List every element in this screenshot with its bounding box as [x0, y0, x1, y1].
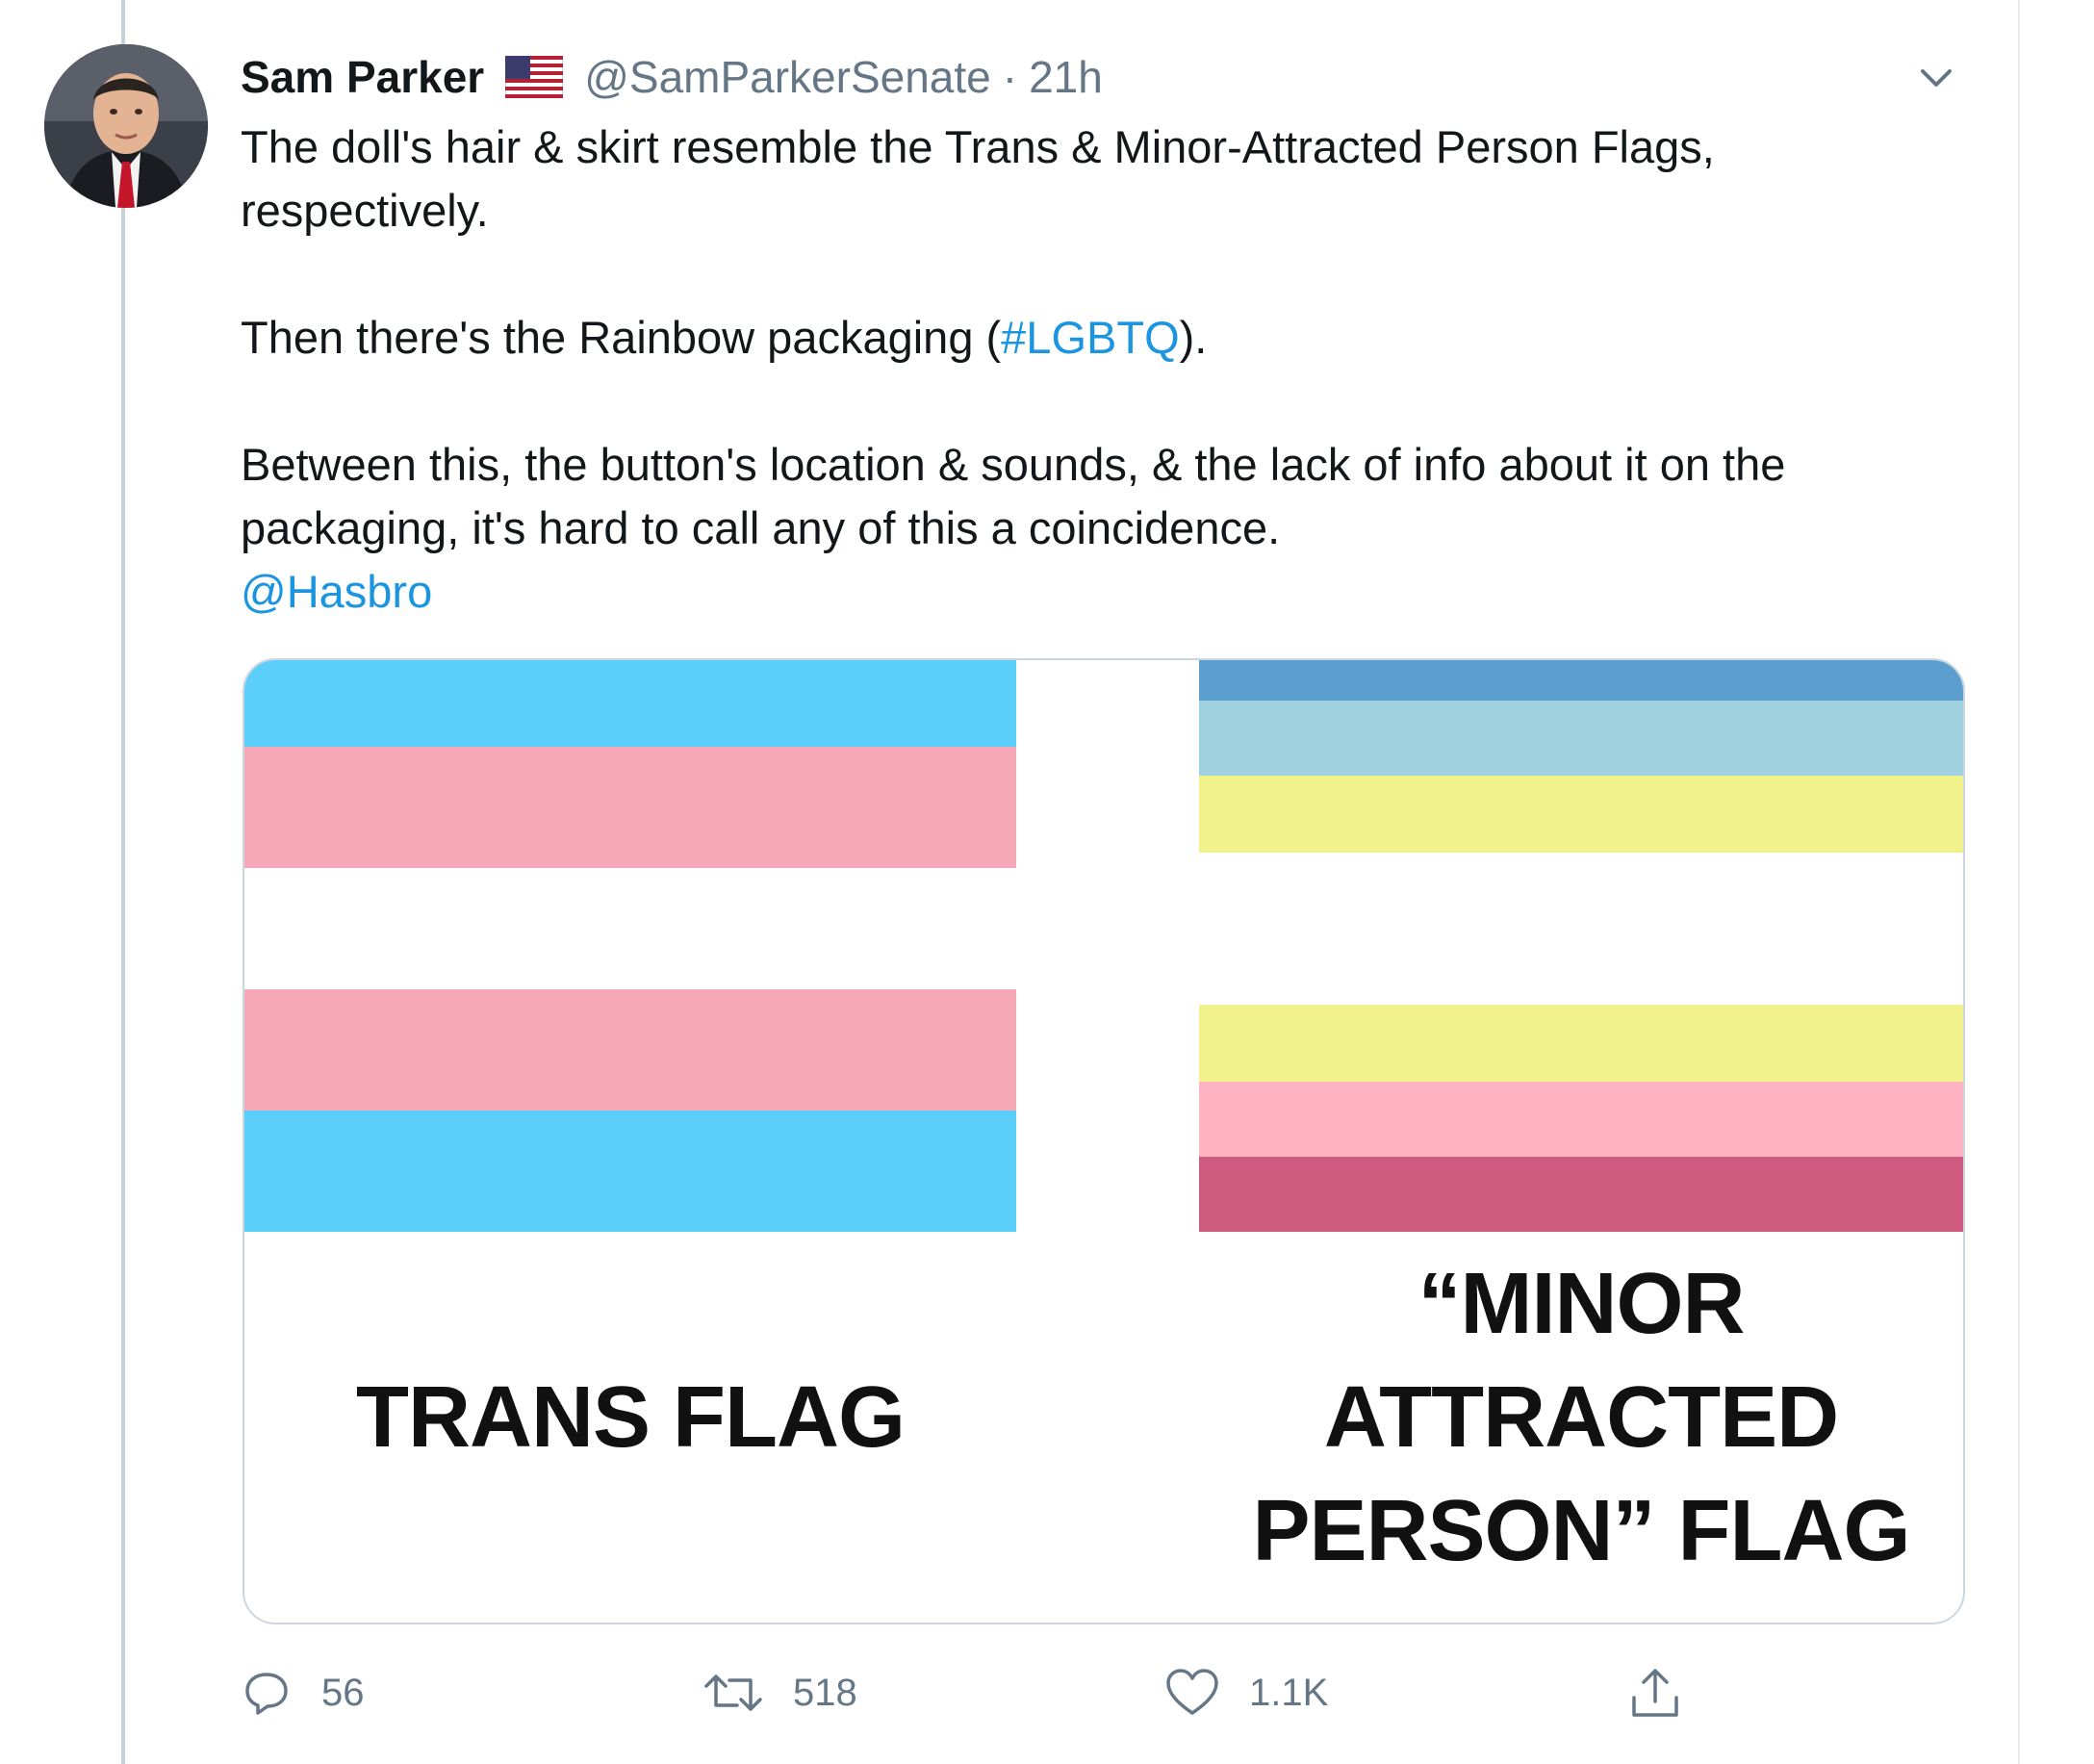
- tweet-text-suffix: ).: [1179, 312, 1208, 363]
- reply-icon: [245, 1673, 288, 1715]
- share-icon: [1632, 1669, 1678, 1717]
- mention-link[interactable]: @Hasbro: [241, 560, 1973, 624]
- tweet-timestamp[interactable]: 21h: [1029, 51, 1103, 103]
- chevron-down-icon[interactable]: [1915, 58, 1957, 96]
- trans-flag-stripe: [244, 868, 1016, 989]
- map-flag-label: “MINOR ATTRACTED PERSON” FLAG: [1199, 1247, 1963, 1588]
- reply-button[interactable]: 56: [241, 1659, 365, 1726]
- map-flag-stripe: [1199, 1005, 1963, 1082]
- map-flag-stripe: [1199, 1157, 1963, 1232]
- author-name[interactable]: Sam Parker: [241, 51, 484, 103]
- share-button[interactable]: [1626, 1659, 1713, 1726]
- map-flag-stripe: [1199, 776, 1963, 853]
- like-button[interactable]: 1.1K: [1164, 1659, 1328, 1726]
- tweet-header: Sam Parker @SamParkerSenate · 21h: [241, 46, 1103, 108]
- trans-flag-stripe: [244, 747, 1016, 868]
- retweet-icon: [704, 1675, 762, 1711]
- separator-dot: ·: [1002, 52, 1018, 102]
- timeline-border: [2018, 0, 2020, 1764]
- heart-icon: [1166, 1669, 1218, 1715]
- like-count: 1.1K: [1249, 1671, 1329, 1714]
- map-flag-stripe: [1199, 853, 1963, 1005]
- tweet-text-paragraph-3: Between this, the button's location & so…: [241, 439, 1786, 553]
- tweet-text-paragraph-2: Then there's the Rainbow packaging (#LGB…: [241, 306, 1973, 370]
- map-flag-stripe: [1199, 701, 1963, 776]
- trans-flag-stripe: [244, 660, 1016, 747]
- retweet-button[interactable]: 518: [702, 1659, 857, 1726]
- media-image[interactable]: TRANS FLAG “MINOR ATTRACTED PERSON” FLAG: [243, 658, 1965, 1624]
- map-flag-stripe: [1199, 660, 1963, 701]
- tweet-text-paragraph-1: The doll's hair & skirt resemble the Tra…: [241, 121, 1715, 236]
- map-flag-stripe: [1199, 1082, 1963, 1157]
- trans-flag-label: TRANS FLAG: [356, 1369, 906, 1466]
- tweet-text: The doll's hair & skirt resemble the Tra…: [241, 115, 1973, 624]
- tweet-frame: Sam Parker @SamParkerSenate · 21h The do…: [0, 0, 2094, 1764]
- trans-flag-stripe: [244, 1111, 1016, 1232]
- map-flag-label-line: ATTRACTED: [1323, 1369, 1839, 1466]
- reply-count: 56: [321, 1671, 365, 1714]
- avatar-portrait: [44, 44, 208, 208]
- retweet-count: 518: [793, 1671, 857, 1714]
- tweet-actions: 56 518 1.1K: [241, 1659, 1973, 1726]
- trans-flag-stripe: [244, 989, 1016, 1111]
- tweet-text-prefix: Then there's the Rainbow packaging (: [241, 312, 1002, 363]
- thread-line: [121, 0, 125, 1764]
- hashtag-link[interactable]: #LGBTQ: [1001, 312, 1179, 363]
- us-flag-icon: [504, 55, 564, 99]
- map-flag-label-line: PERSON” FLAG: [1252, 1483, 1910, 1579]
- author-handle[interactable]: @SamParkerSenate: [584, 51, 991, 103]
- map-flag-label-line: “MINOR: [1417, 1256, 1746, 1352]
- avatar[interactable]: [44, 44, 208, 208]
